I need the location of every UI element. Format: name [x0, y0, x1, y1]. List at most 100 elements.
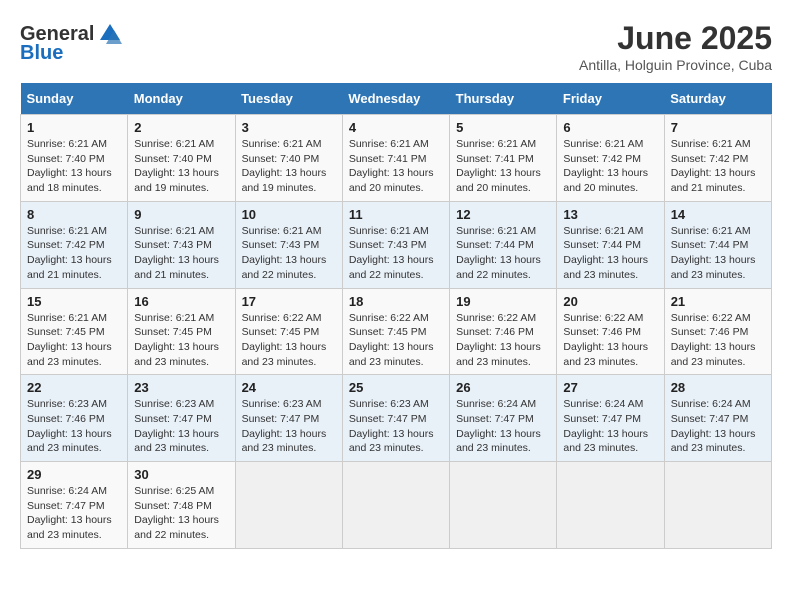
day-info: Sunrise: 6:21 AM Sunset: 7:41 PM Dayligh… [456, 137, 550, 196]
day-number: 30 [134, 467, 228, 482]
day-number: 19 [456, 294, 550, 309]
calendar-week-row: 29 Sunrise: 6:24 AM Sunset: 7:47 PM Dayli… [21, 462, 772, 549]
logo-blue: Blue [20, 42, 63, 65]
table-row: 17 Sunrise: 6:22 AM Sunset: 7:45 PM Dayli… [235, 288, 342, 375]
day-number: 25 [349, 380, 443, 395]
logo: General Blue [20, 20, 126, 65]
day-number: 26 [456, 380, 550, 395]
table-row: 23 Sunrise: 6:23 AM Sunset: 7:47 PM Dayli… [128, 375, 235, 462]
table-row [342, 462, 449, 549]
day-number: 5 [456, 120, 550, 135]
day-number: 12 [456, 207, 550, 222]
table-row: 18 Sunrise: 6:22 AM Sunset: 7:45 PM Dayli… [342, 288, 449, 375]
calendar-week-row: 22Sunrise: 6:23 AM Sunset: 7:46 PM Dayli… [21, 375, 772, 462]
day-number: 29 [27, 467, 121, 482]
calendar-table: Sunday Monday Tuesday Wednesday Thursday… [20, 83, 772, 549]
table-row: 14 Sunrise: 6:21 AM Sunset: 7:44 PM Dayli… [664, 201, 771, 288]
day-info: Sunrise: 6:22 AM Sunset: 7:45 PM Dayligh… [349, 311, 443, 370]
table-row [450, 462, 557, 549]
day-info: Sunrise: 6:21 AM Sunset: 7:40 PM Dayligh… [27, 137, 121, 196]
day-number: 11 [349, 207, 443, 222]
header-monday: Monday [128, 83, 235, 115]
table-row: 25 Sunrise: 6:23 AM Sunset: 7:47 PM Dayli… [342, 375, 449, 462]
header-wednesday: Wednesday [342, 83, 449, 115]
table-row: 5 Sunrise: 6:21 AM Sunset: 7:41 PM Daylig… [450, 115, 557, 202]
page-wrapper: General Blue June 2025 Antilla, Holguin … [20, 20, 772, 549]
day-info: Sunrise: 6:21 AM Sunset: 7:41 PM Dayligh… [349, 137, 443, 196]
table-row: 16 Sunrise: 6:21 AM Sunset: 7:45 PM Dayli… [128, 288, 235, 375]
day-number: 10 [242, 207, 336, 222]
day-info: Sunrise: 6:24 AM Sunset: 7:47 PM Dayligh… [27, 484, 121, 543]
day-info: Sunrise: 6:21 AM Sunset: 7:40 PM Dayligh… [134, 137, 228, 196]
day-info: Sunrise: 6:25 AM Sunset: 7:48 PM Dayligh… [134, 484, 228, 543]
day-number: 16 [134, 294, 228, 309]
table-row: 9 Sunrise: 6:21 AM Sunset: 7:43 PM Daylig… [128, 201, 235, 288]
day-info: Sunrise: 6:22 AM Sunset: 7:45 PM Dayligh… [242, 311, 336, 370]
day-number: 3 [242, 120, 336, 135]
day-number: 15 [27, 294, 121, 309]
table-row [557, 462, 664, 549]
table-row: 19Sunrise: 6:22 AM Sunset: 7:46 PM Dayli… [450, 288, 557, 375]
day-info: Sunrise: 6:21 AM Sunset: 7:45 PM Dayligh… [27, 311, 121, 370]
table-row: 21 Sunrise: 6:22 AM Sunset: 7:46 PM Dayli… [664, 288, 771, 375]
table-row: 24 Sunrise: 6:23 AM Sunset: 7:47 PM Dayli… [235, 375, 342, 462]
day-info: Sunrise: 6:21 AM Sunset: 7:43 PM Dayligh… [134, 224, 228, 283]
day-info: Sunrise: 6:21 AM Sunset: 7:42 PM Dayligh… [671, 137, 765, 196]
day-info: Sunrise: 6:23 AM Sunset: 7:47 PM Dayligh… [349, 397, 443, 456]
day-number: 7 [671, 120, 765, 135]
day-number: 9 [134, 207, 228, 222]
header-thursday: Thursday [450, 83, 557, 115]
day-info: Sunrise: 6:24 AM Sunset: 7:47 PM Dayligh… [563, 397, 657, 456]
day-number: 27 [563, 380, 657, 395]
table-row: 27 Sunrise: 6:24 AM Sunset: 7:47 PM Dayli… [557, 375, 664, 462]
header: General Blue June 2025 Antilla, Holguin … [20, 20, 772, 73]
day-number: 17 [242, 294, 336, 309]
day-number: 28 [671, 380, 765, 395]
day-number: 20 [563, 294, 657, 309]
day-number: 6 [563, 120, 657, 135]
day-info: Sunrise: 6:22 AM Sunset: 7:46 PM Dayligh… [671, 311, 765, 370]
calendar-title: June 2025 [579, 20, 772, 57]
day-number: 1 [27, 120, 121, 135]
table-row: 26 Sunrise: 6:24 AM Sunset: 7:47 PM Dayli… [450, 375, 557, 462]
table-row: 15 Sunrise: 6:21 AM Sunset: 7:45 PM Dayli… [21, 288, 128, 375]
day-info: Sunrise: 6:21 AM Sunset: 7:45 PM Dayligh… [134, 311, 228, 370]
day-info: Sunrise: 6:23 AM Sunset: 7:47 PM Dayligh… [134, 397, 228, 456]
day-info: Sunrise: 6:23 AM Sunset: 7:47 PM Dayligh… [242, 397, 336, 456]
table-row: 30 Sunrise: 6:25 AM Sunset: 7:48 PM Dayli… [128, 462, 235, 549]
table-row: 8 Sunrise: 6:21 AM Sunset: 7:42 PM Daylig… [21, 201, 128, 288]
header-saturday: Saturday [664, 83, 771, 115]
table-row: 22Sunrise: 6:23 AM Sunset: 7:46 PM Dayli… [21, 375, 128, 462]
day-number: 21 [671, 294, 765, 309]
calendar-subtitle: Antilla, Holguin Province, Cuba [579, 57, 772, 73]
day-info: Sunrise: 6:21 AM Sunset: 7:42 PM Dayligh… [27, 224, 121, 283]
day-info: Sunrise: 6:22 AM Sunset: 7:46 PM Dayligh… [563, 311, 657, 370]
table-row: 28Sunrise: 6:24 AM Sunset: 7:47 PM Dayli… [664, 375, 771, 462]
calendar-week-row: 15 Sunrise: 6:21 AM Sunset: 7:45 PM Dayli… [21, 288, 772, 375]
header-sunday: Sunday [21, 83, 128, 115]
header-friday: Friday [557, 83, 664, 115]
table-row: 6 Sunrise: 6:21 AM Sunset: 7:42 PM Daylig… [557, 115, 664, 202]
table-row: 4Sunrise: 6:21 AM Sunset: 7:41 PM Daylig… [342, 115, 449, 202]
calendar-week-row: 8 Sunrise: 6:21 AM Sunset: 7:42 PM Daylig… [21, 201, 772, 288]
day-number: 18 [349, 294, 443, 309]
day-number: 13 [563, 207, 657, 222]
logo-icon [96, 20, 124, 48]
day-number: 14 [671, 207, 765, 222]
day-info: Sunrise: 6:21 AM Sunset: 7:40 PM Dayligh… [242, 137, 336, 196]
table-row [235, 462, 342, 549]
table-row: 1 Sunrise: 6:21 AM Sunset: 7:40 PM Daylig… [21, 115, 128, 202]
day-number: 2 [134, 120, 228, 135]
day-info: Sunrise: 6:21 AM Sunset: 7:44 PM Dayligh… [671, 224, 765, 283]
day-number: 24 [242, 380, 336, 395]
calendar-week-row: 1 Sunrise: 6:21 AM Sunset: 7:40 PM Daylig… [21, 115, 772, 202]
day-info: Sunrise: 6:21 AM Sunset: 7:42 PM Dayligh… [563, 137, 657, 196]
day-number: 23 [134, 380, 228, 395]
table-row: 2 Sunrise: 6:21 AM Sunset: 7:40 PM Daylig… [128, 115, 235, 202]
table-row: 11Sunrise: 6:21 AM Sunset: 7:43 PM Dayli… [342, 201, 449, 288]
table-row: 20 Sunrise: 6:22 AM Sunset: 7:46 PM Dayli… [557, 288, 664, 375]
table-row [664, 462, 771, 549]
day-number: 8 [27, 207, 121, 222]
header-tuesday: Tuesday [235, 83, 342, 115]
day-info: Sunrise: 6:24 AM Sunset: 7:47 PM Dayligh… [456, 397, 550, 456]
